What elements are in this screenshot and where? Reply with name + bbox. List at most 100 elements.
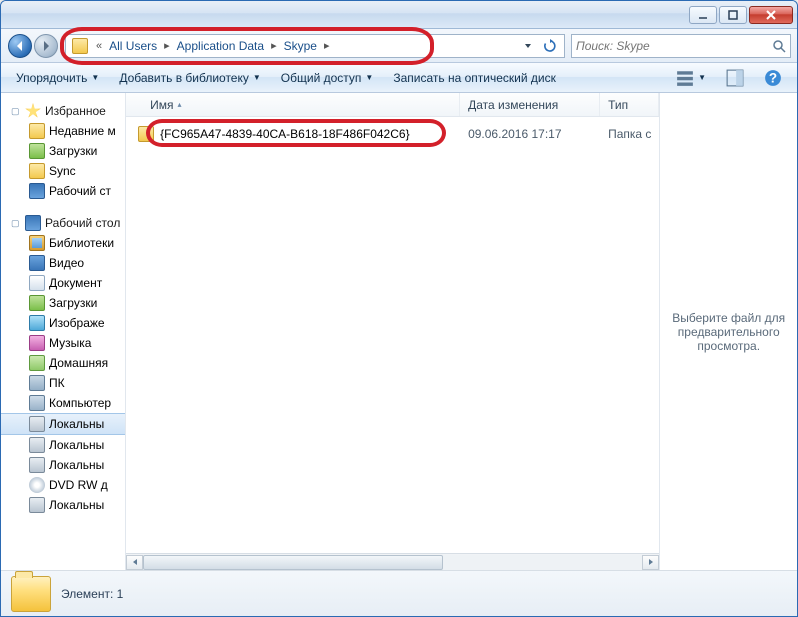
explorer-window: « All Users ▸ Application Data ▸ Skype ▸: [0, 0, 798, 617]
navigation-row: « All Users ▸ Application Data ▸ Skype ▸: [1, 29, 797, 63]
nav-item[interactable]: Компьютер: [1, 393, 125, 413]
address-bar[interactable]: « All Users ▸ Application Data ▸ Skype ▸: [65, 34, 565, 58]
home-icon: [29, 355, 45, 371]
nav-item-label: Видео: [49, 256, 84, 270]
minimize-button[interactable]: [689, 6, 717, 24]
music-icon: [29, 335, 45, 351]
dl-icon: [29, 143, 45, 159]
view-options-button[interactable]: ▼: [667, 64, 715, 92]
breadcrumb-sep[interactable]: ▸: [267, 39, 281, 52]
explorer-body: ▢ Избранное Недавние м Загрузки Sync Рабочи…: [1, 93, 797, 570]
file-name: {FC965A47-4839-40CA-B618-18F486F042C6}: [160, 127, 410, 141]
column-headers: Имя ▴ Дата изменения Тип: [126, 93, 659, 117]
breadcrumb-application-data[interactable]: Application Data: [174, 37, 267, 55]
breadcrumb-label: Skype: [284, 39, 317, 53]
toolbar-label: Упорядочить: [16, 71, 87, 85]
nav-item[interactable]: Локальны: [1, 495, 125, 515]
back-button[interactable]: [8, 34, 32, 58]
horizontal-scrollbar[interactable]: [126, 553, 659, 570]
nav-item-label: Рабочий ст: [49, 184, 111, 198]
file-row[interactable]: {FC965A47-4839-40CA-B618-18F486F042C6} 0…: [126, 123, 659, 145]
nav-group-desktop: ▢ Рабочий стол Библиотеки Видео ДокументЗа…: [1, 213, 125, 515]
nav-item[interactable]: Рабочий ст: [1, 181, 125, 201]
nav-item-label: Локальны: [49, 498, 104, 512]
maximize-button[interactable]: [719, 6, 747, 24]
preview-pane: Выберите файл для предварительного просм…: [660, 93, 797, 570]
forward-button[interactable]: [34, 34, 58, 58]
burn-button[interactable]: Записать на оптический диск: [384, 66, 565, 90]
breadcrumb-overflow[interactable]: «: [92, 40, 106, 52]
address-dropdown-button[interactable]: [518, 36, 538, 56]
nav-item[interactable]: DVD RW д: [1, 475, 125, 495]
nav-group-header[interactable]: ▢ Избранное: [1, 101, 125, 121]
organize-button[interactable]: Упорядочить ▼: [7, 66, 108, 90]
column-header-date[interactable]: Дата изменения: [460, 93, 600, 116]
nav-item[interactable]: Локальны: [1, 435, 125, 455]
nav-item[interactable]: Видео: [1, 253, 125, 273]
help-button[interactable]: ?: [755, 64, 791, 92]
nav-item[interactable]: Музыка: [1, 333, 125, 353]
nav-group-header[interactable]: ▢ Рабочий стол: [1, 213, 125, 233]
breadcrumb-all-users[interactable]: All Users: [106, 37, 160, 55]
toolbar: Упорядочить ▼ Добавить в библиотеку ▼ Об…: [1, 63, 797, 93]
breadcrumb-label: Application Data: [177, 39, 264, 53]
nav-item-label: Компьютер: [49, 396, 111, 410]
preview-placeholder-text: Выберите файл для предварительного просм…: [670, 311, 787, 353]
collapse-icon: ▢: [11, 106, 21, 117]
column-header-name[interactable]: Имя ▴: [130, 93, 460, 116]
status-text: Элемент: 1: [61, 587, 123, 601]
view-icon: [676, 69, 694, 87]
nav-group-label: Рабочий стол: [45, 216, 120, 230]
nav-buttons: [7, 33, 59, 59]
file-date: 09.06.2016 17:17: [460, 127, 600, 141]
nav-item-label: Sync: [49, 164, 76, 178]
nav-item-label: Домашняя: [49, 356, 108, 370]
nav-item[interactable]: Недавние м: [1, 121, 125, 141]
comp-icon: [29, 395, 45, 411]
folder-icon: [29, 123, 45, 139]
drive-icon: [29, 437, 45, 453]
nav-item-label: Загрузки: [49, 144, 97, 158]
refresh-button[interactable]: [540, 36, 560, 56]
chevron-down-icon: ▼: [253, 73, 261, 82]
nav-item-label: Музыка: [49, 336, 91, 350]
nav-item[interactable]: Библиотеки: [1, 233, 125, 253]
nav-item-label: Локальны: [49, 458, 104, 472]
scroll-thumb[interactable]: [143, 555, 443, 570]
nav-item[interactable]: Изображе: [1, 313, 125, 333]
close-button[interactable]: [749, 6, 793, 24]
folder-icon: [72, 38, 88, 54]
search-input[interactable]: [576, 39, 768, 53]
file-type: Папка с: [600, 127, 659, 141]
nav-item-label: Изображе: [49, 316, 105, 330]
share-button[interactable]: Общий доступ ▼: [272, 66, 383, 90]
navigation-pane: ▢ Избранное Недавние м Загрузки Sync Рабочи…: [1, 93, 126, 570]
preview-pane-button[interactable]: [717, 64, 753, 92]
breadcrumb-skype[interactable]: Skype: [281, 37, 320, 55]
add-to-library-button[interactable]: Добавить в библиотеку ▼: [110, 66, 269, 90]
breadcrumb-sep[interactable]: ▸: [320, 39, 334, 52]
nav-item[interactable]: Документ: [1, 273, 125, 293]
nav-item[interactable]: Домашняя: [1, 353, 125, 373]
breadcrumb-sep[interactable]: ▸: [160, 39, 174, 52]
svg-text:?: ?: [769, 70, 777, 85]
preview-pane-icon: [726, 69, 744, 87]
chevron-down-icon: ▼: [365, 73, 373, 82]
nav-item[interactable]: Локальны: [1, 455, 125, 475]
nav-item[interactable]: Загрузки: [1, 141, 125, 161]
dvd-icon: [29, 477, 45, 493]
status-folder-icon: [11, 576, 51, 612]
nav-item[interactable]: Локальны: [1, 413, 125, 435]
scroll-track[interactable]: [143, 555, 642, 570]
search-box[interactable]: [571, 34, 791, 58]
nav-item[interactable]: ПК: [1, 373, 125, 393]
nav-item[interactable]: Sync: [1, 161, 125, 181]
scroll-right-button[interactable]: [642, 555, 659, 570]
nav-item-label: DVD RW д: [49, 478, 108, 492]
desktop-icon: [25, 215, 41, 231]
nav-item[interactable]: Загрузки: [1, 293, 125, 313]
column-label: Дата изменения: [468, 98, 558, 112]
scroll-left-button[interactable]: [126, 555, 143, 570]
nav-group-favorites: ▢ Избранное Недавние м Загрузки Sync Рабочи…: [1, 101, 125, 201]
column-header-type[interactable]: Тип: [600, 93, 659, 116]
